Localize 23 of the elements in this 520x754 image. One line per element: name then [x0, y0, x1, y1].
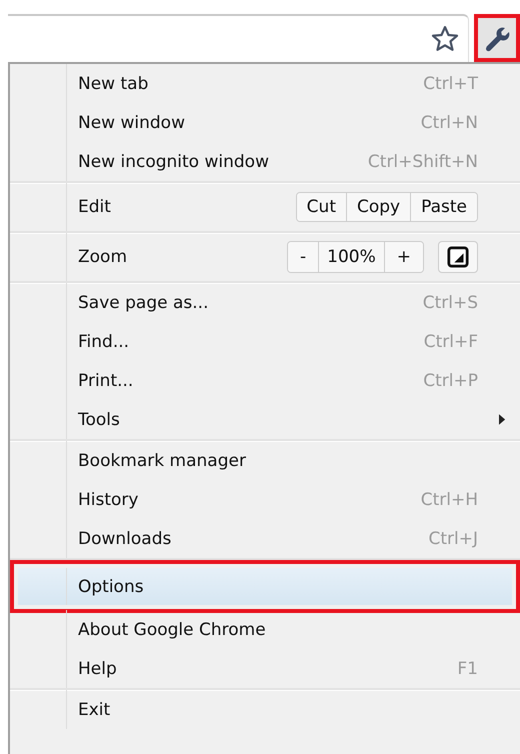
menu-item[interactable]: Edit Cut Copy Paste — [10, 183, 520, 231]
wrench-menu-button[interactable] — [474, 14, 520, 62]
menu-item[interactable]: Help F1 — [10, 649, 520, 688]
menu-item[interactable]: About Google Chrome — [10, 610, 520, 649]
fullscreen-button[interactable] — [438, 241, 478, 273]
menu-item[interactable]: New tab Ctrl+T — [10, 64, 520, 103]
fullscreen-icon — [447, 246, 469, 268]
menu-item[interactable]: History Ctrl+H — [10, 480, 520, 519]
zoom-in-button[interactable]: + — [384, 242, 423, 272]
menu-item[interactable]: Downloads Ctrl+J — [10, 519, 520, 558]
menu-item[interactable]: New incognito window Ctrl+Shift+N — [10, 142, 520, 181]
highlighted-menu-item[interactable]: Options — [18, 568, 512, 605]
menu-item[interactable]: Find... Ctrl+F — [10, 322, 520, 361]
menu-item[interactable]: Print... Ctrl+P — [10, 361, 520, 400]
menu-item[interactable]: New window Ctrl+N — [10, 103, 520, 142]
menu-item[interactable]: Bookmark manager — [10, 441, 520, 480]
menu-item[interactable]: Save page as... Ctrl+S — [10, 283, 520, 322]
edit-button[interactable]: Paste — [410, 193, 477, 221]
menu-item[interactable]: Tools — [10, 400, 520, 439]
menu-item[interactable]: Zoom - 100% + — [10, 233, 520, 281]
menu-item[interactable]: Exit — [10, 690, 520, 729]
submenu-arrow-icon — [499, 414, 506, 425]
star-icon[interactable] — [430, 24, 460, 54]
